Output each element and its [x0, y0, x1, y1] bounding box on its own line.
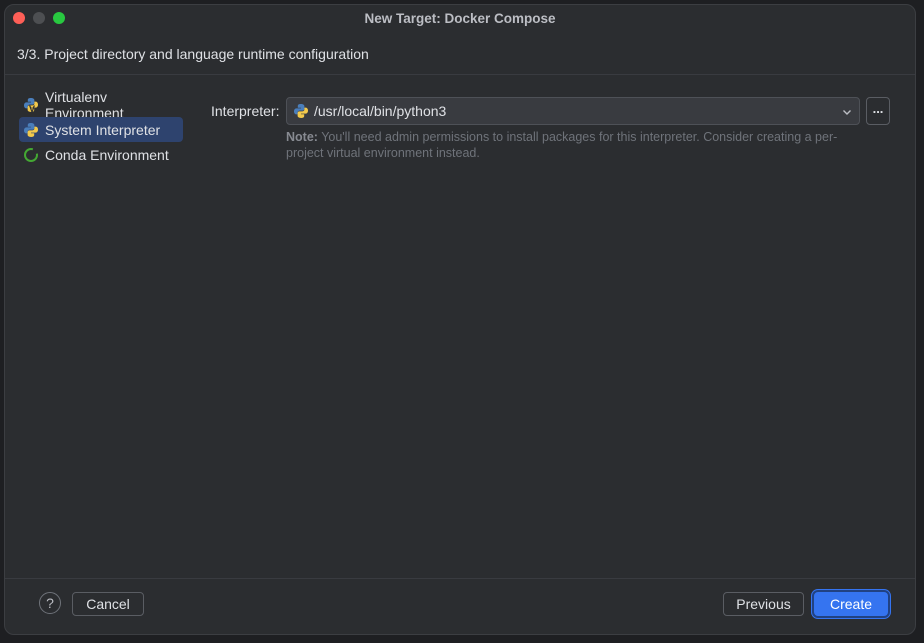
sidebar-item-virtualenv[interactable]: V Virtualenv Environment: [19, 89, 189, 121]
chevron-down-icon: [841, 105, 853, 123]
sidebar-item-label: Conda Environment: [45, 146, 169, 163]
sidebar-item-system-interpreter[interactable]: System Interpreter: [19, 117, 183, 142]
dialog-window: New Target: Docker Compose 3/3. Project …: [4, 4, 916, 635]
interpreter-path: /usr/local/bin/python3: [314, 103, 447, 119]
environment-type-list: V Virtualenv Environment System Interpre…: [19, 89, 189, 167]
step-header: 3/3. Project directory and language runt…: [17, 46, 369, 62]
help-button[interactable]: ?: [39, 592, 61, 614]
previous-button[interactable]: Previous: [723, 592, 804, 616]
footer-divider: [5, 578, 915, 579]
python-icon: [23, 122, 39, 138]
svg-text:V: V: [29, 104, 35, 113]
note-text: You'll need admin permissions to install…: [286, 130, 838, 160]
sidebar-item-label: System Interpreter: [45, 121, 161, 138]
interpreter-dropdown[interactable]: /usr/local/bin/python3: [286, 97, 860, 125]
header-divider: [5, 74, 915, 75]
interpreter-label: Interpreter:: [211, 103, 280, 119]
note-prefix: Note:: [286, 130, 318, 144]
title-bar: New Target: Docker Compose: [5, 5, 915, 33]
browse-interpreter-button[interactable]: ...: [866, 97, 890, 125]
create-button[interactable]: Create: [814, 592, 888, 616]
sidebar-item-conda[interactable]: Conda Environment: [19, 142, 189, 167]
virtualenv-icon: V: [23, 97, 39, 113]
cancel-button[interactable]: Cancel: [72, 592, 144, 616]
sidebar-item-label: Virtualenv Environment: [45, 88, 124, 121]
conda-icon: [23, 147, 39, 163]
permissions-note: Note: You'll need admin permissions to i…: [286, 130, 846, 161]
python-icon: [293, 103, 309, 119]
window-title: New Target: Docker Compose: [364, 11, 556, 26]
